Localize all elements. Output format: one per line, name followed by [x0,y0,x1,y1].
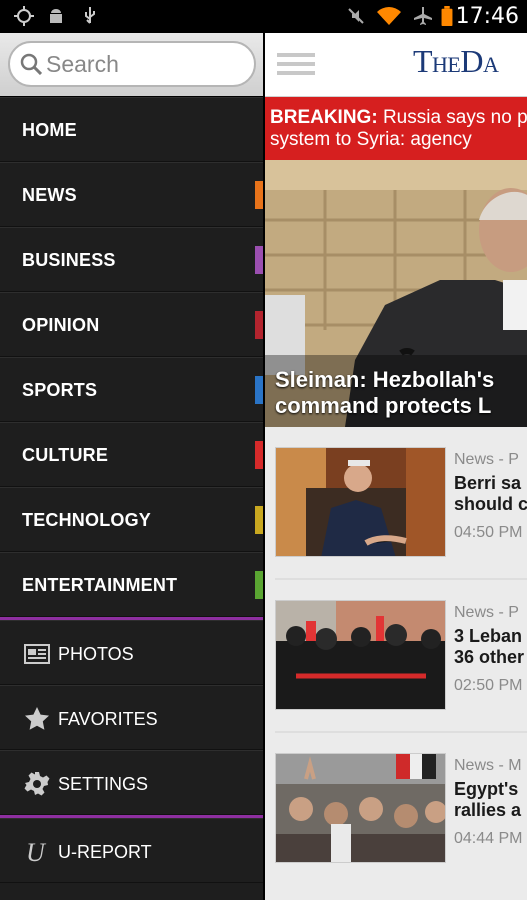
drawer-item-label: FAVORITES [58,709,158,729]
story-meta: News - P [454,604,519,621]
breaking-line-2: system to Syria: agency [270,129,472,150]
sidebar-item-culture[interactable]: CULTURE [0,422,263,487]
search-box[interactable] [8,41,256,87]
top-bar: TheDa [265,33,527,97]
gps-icon [14,6,34,26]
sidebar-item-news[interactable]: NEWS [0,162,263,227]
section-color-bar [255,441,263,469]
sidebar-item-label: CULTURE [22,445,109,465]
story-separator [275,578,527,580]
story-item[interactable]: News - P Berri sa should c 04:50 PM [265,447,527,600]
story-list: News - P Berri sa should c 04:50 PM News… [265,427,527,900]
search-icon [20,53,42,75]
sidebar-item-entertainment[interactable]: ENTERTAINMENT [0,552,263,617]
drawer-item-settings[interactable]: SETTINGS [0,750,263,815]
story-thumbnail [275,753,446,863]
airplane-icon [414,7,432,25]
sidebar-item-label: BUSINESS [22,250,116,270]
breaking-line-1: Russia says no p [382,107,527,128]
wifi-icon [377,7,401,25]
story-headline-line-2: 36 other [454,647,525,667]
sidebar-item-label: OPINION [22,315,100,335]
sidebar-item-label: ENTERTAINMENT [22,575,178,595]
drawer-item-favorites[interactable]: FAVORITES [0,685,263,750]
hero-story[interactable]: Sleiman: Hezbollah's command protects L [265,160,527,427]
clock: 17:46 [455,4,519,29]
drawer-item-label: SETTINGS [58,774,149,794]
sidebar-item-business[interactable]: BUSINESS [0,227,263,292]
sidebar-item-opinion[interactable]: OPINION [0,292,263,357]
story-item[interactable]: News - P 3 Leban 36 other 02:50 PM [265,600,527,753]
breaking-news-banner[interactable]: BREAKING: Russia says no p system to Syr… [265,97,527,160]
section-list: HOME NEWS BUSINESS OPINION SPORTS CULTURE TECH… [0,97,263,617]
drawer-item-label: U-REPORT [58,842,152,862]
story-headline: 3 Leban 36 other [454,626,524,668]
svg-text:U: U [26,839,47,865]
usb-icon [85,7,95,24]
hero-headline-line-1: Sleiman: Hezbollah's [275,367,495,392]
main-content: TheDa BREAKING: Russia says no p system … [265,33,527,900]
story-meta: News - M [454,757,522,774]
android-debug-icon [50,9,62,23]
sidebar-item-technology[interactable]: TECHNOLOGY [0,487,263,552]
menu-icon[interactable] [277,53,315,75]
search-bar [0,33,263,97]
story-headline-line-2: rallies a [454,800,522,820]
battery-icon [441,6,453,26]
story-time: 02:50 PM [454,677,523,694]
sidebar-item-label: HOME [22,120,77,140]
story-headline-line-1: Egypt's [454,779,519,799]
story-time: 04:44 PM [454,830,523,847]
gear-icon [24,772,50,796]
section-color-bar [255,181,263,209]
sidebar-item-label: NEWS [22,185,77,205]
section-color-bar [255,571,263,599]
story-time: 04:50 PM [454,524,523,541]
story-thumbnail [275,600,446,710]
logo[interactable]: TheDa [413,43,499,80]
story-thumbnail [275,447,446,557]
story-headline: Egypt's rallies a [454,779,521,821]
u-report-icon: U [26,839,47,865]
section-color-bar [255,246,263,274]
navigation-drawer: HOME NEWS BUSINESS OPINION SPORTS CULTURE TECH… [0,33,264,900]
story-headline-line-1: 3 Leban [454,626,523,646]
sidebar-item-sports[interactable]: SPORTS [0,357,263,422]
breaking-label: BREAKING: [270,107,378,128]
section-color-bar [255,311,263,339]
section-color-bar [255,506,263,534]
drawer-item-u-report[interactable]: U U-REPORT [0,818,263,883]
story-headline-line-2: should c [454,494,527,514]
story-meta: News - P [454,451,519,468]
drawer-item-photos[interactable]: PHOTOS [0,620,263,685]
section-color-bar [255,376,263,404]
hero-headline-line-2: command protects L [275,393,492,418]
mute-icon [348,8,364,24]
story-separator [275,731,527,733]
status-bar: 17:46 [0,0,527,33]
story-headline: Berri sa should c [454,473,527,515]
sidebar-item-label: TECHNOLOGY [22,510,152,530]
sidebar-item-home[interactable]: HOME [0,97,263,162]
drawer-item-label: PHOTOS [58,644,134,664]
search-input[interactable] [46,49,246,79]
photos-icon [24,644,50,664]
story-headline-line-1: Berri sa [454,473,522,493]
story-item[interactable]: News - M Egypt's rallies a 04:44 PM [265,753,527,900]
star-icon [25,707,49,730]
sidebar-item-label: SPORTS [22,380,98,400]
